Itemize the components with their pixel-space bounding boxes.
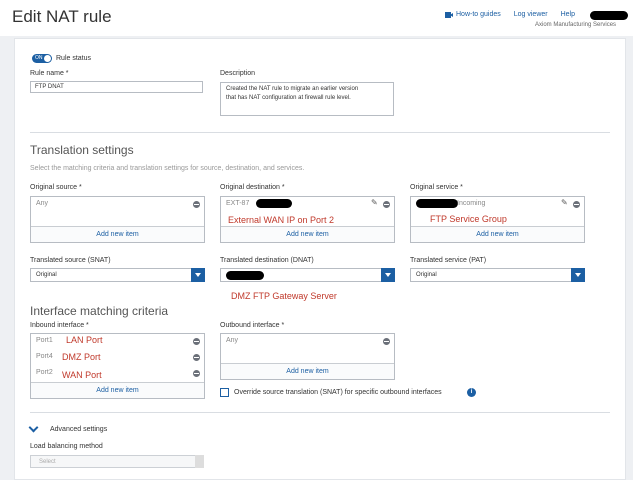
advanced-settings-toggle[interactable]: Advanced settings — [50, 426, 107, 433]
annotation-dmz-port: DMZ Port — [62, 352, 101, 362]
description-textarea[interactable]: Created the NAT rule to migrate an earli… — [220, 82, 394, 116]
add-new-item-button[interactable]: Add new item — [221, 231, 394, 238]
redaction — [226, 271, 264, 280]
page-title: Edit NAT rule — [12, 7, 112, 26]
list-footer: Add new item — [411, 226, 584, 242]
add-new-item-button[interactable]: Add new item — [411, 231, 584, 238]
interface-matching-title: Interface matching criteria — [30, 304, 169, 318]
divider — [30, 132, 610, 133]
snat-label: Translated source (SNAT) — [30, 257, 111, 264]
how-to-guides-link[interactable]: How-to guides — [456, 11, 501, 18]
snat-select[interactable]: Original — [30, 268, 205, 282]
remove-icon[interactable] — [193, 370, 200, 377]
chevron-down-icon — [195, 455, 204, 468]
log-viewer-link[interactable]: Log viewer — [514, 11, 548, 18]
pat-value: Original — [416, 272, 437, 278]
annotation-dmz-server: DMZ FTP Gateway Server — [231, 291, 337, 301]
original-source-list: Any Add new item — [30, 196, 205, 243]
redaction — [256, 199, 292, 208]
pat-label: Translated service (PAT) — [410, 257, 487, 264]
list-item: Any — [226, 337, 239, 344]
rule-name-label: Rule name * — [30, 70, 69, 77]
rule-status-toggle[interactable]: ON — [32, 54, 52, 63]
list-item: Port4 — [36, 353, 53, 360]
remove-icon[interactable] — [383, 201, 390, 208]
info-icon[interactable]: i — [467, 388, 476, 397]
divider — [30, 412, 610, 413]
override-snat-label: Override source translation (SNAT) for s… — [234, 389, 442, 396]
edit-icon[interactable]: ✎ — [561, 199, 569, 207]
list-footer: Add new item — [221, 226, 394, 242]
inbound-interface-list: Port1 Port4 Port2 Add new item — [30, 333, 205, 399]
load-balancing-select[interactable]: Select — [30, 455, 204, 468]
rule-name-input[interactable]: FTP DNAT — [30, 81, 203, 93]
description-line-1: Created the NAT rule to migrate an earli… — [226, 86, 359, 92]
list-footer: Add new item — [221, 363, 394, 379]
description-label: Description — [220, 70, 256, 77]
list-footer: Add new item — [31, 382, 204, 398]
list-footer: Add new item — [31, 226, 204, 242]
add-new-item-button[interactable]: Add new item — [31, 387, 204, 394]
toggle-state: ON — [35, 55, 43, 61]
load-balancing-label: Load balancing method — [30, 443, 103, 450]
remove-icon[interactable] — [573, 201, 580, 208]
pat-select[interactable]: Original — [410, 268, 585, 282]
remove-icon[interactable] — [193, 354, 200, 361]
redaction — [416, 199, 458, 208]
chevron-down-icon — [571, 268, 585, 282]
rule-status-label: Rule status — [56, 55, 92, 62]
outbound-interface-label: Outbound interface * — [220, 322, 285, 329]
header-links: How-to guides Log viewer Help — [445, 11, 575, 18]
toggle-knob — [44, 55, 51, 62]
remove-icon[interactable] — [193, 201, 200, 208]
original-destination-label: Original destination * — [220, 184, 285, 191]
dnat-select[interactable] — [220, 268, 395, 282]
outbound-interface-list: Any Add new item — [220, 333, 395, 380]
edit-icon[interactable]: ✎ — [371, 199, 379, 207]
add-new-item-button[interactable]: Add new item — [221, 368, 394, 375]
list-item: Port1 — [36, 337, 53, 344]
description-line-2: that has NAT configuration at firewall r… — [226, 95, 351, 101]
override-snat-checkbox[interactable] — [220, 388, 229, 397]
user-menu[interactable] — [590, 11, 628, 20]
annotation-ftp-service: FTP Service Group — [430, 214, 507, 224]
list-item: Any — [36, 200, 49, 207]
help-link[interactable]: Help — [561, 11, 575, 18]
original-service-label: Original service * — [410, 184, 463, 191]
remove-icon[interactable] — [193, 338, 200, 345]
snat-value: Original — [36, 272, 57, 278]
dnat-label: Translated destination (DNAT) — [220, 257, 314, 264]
remove-icon[interactable] — [383, 338, 390, 345]
company-name: Axiom Manufacturing Services — [535, 22, 617, 28]
original-source-label: Original source * — [30, 184, 82, 191]
list-item: Incoming — [457, 200, 486, 207]
video-icon — [445, 11, 453, 18]
translation-settings-title: Translation settings — [30, 143, 134, 157]
chevron-down-icon — [381, 268, 395, 282]
load-balancing-value: Select — [39, 459, 56, 465]
annotation-lan-port: LAN Port — [66, 335, 103, 345]
annotation-external-wan: External WAN IP on Port 2 — [228, 215, 335, 225]
chevron-down-icon — [191, 268, 205, 282]
annotation-wan-port: WAN Port — [62, 370, 102, 380]
inbound-interface-label: Inbound interface * — [30, 322, 89, 329]
list-item: EXT-87 — [226, 200, 250, 207]
translation-settings-subtitle: Select the matching criteria and transla… — [30, 165, 305, 172]
list-item: Port2 — [36, 369, 53, 376]
add-new-item-button[interactable]: Add new item — [31, 231, 204, 238]
